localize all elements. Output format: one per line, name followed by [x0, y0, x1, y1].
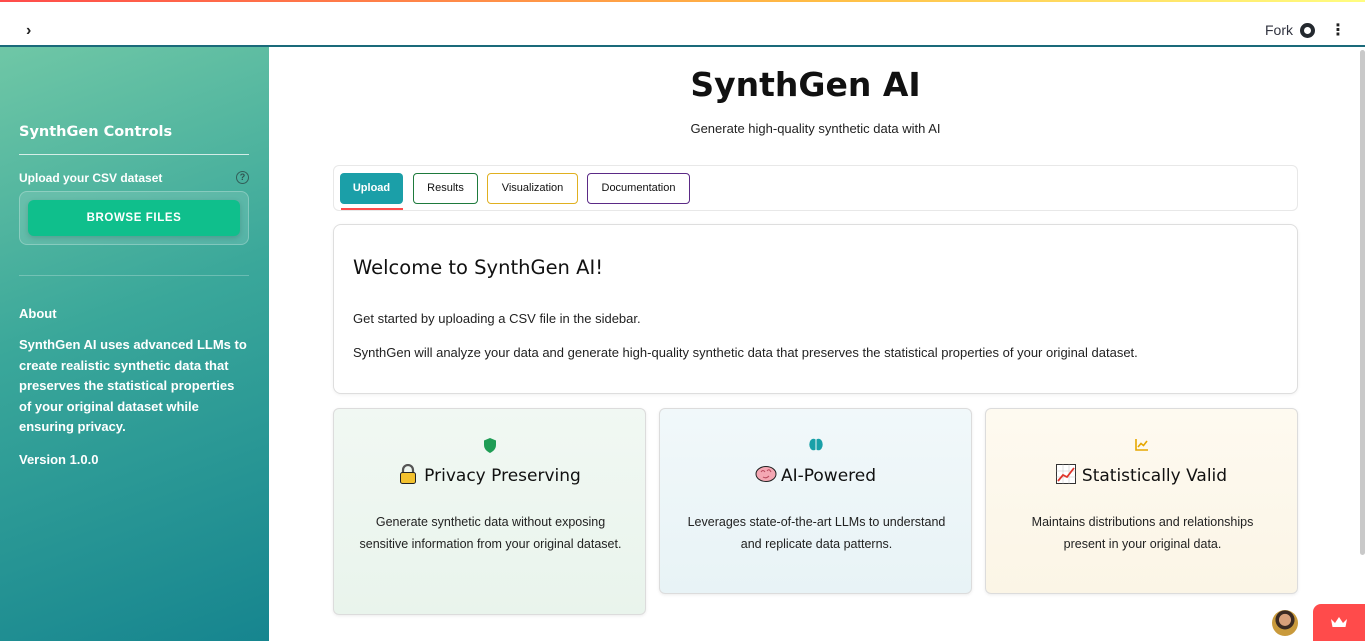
- about-text: SynthGen AI uses advanced LLMs to create…: [19, 337, 247, 434]
- streamlit-badge[interactable]: [1313, 604, 1365, 641]
- chart-line-icon: [986, 438, 1297, 454]
- page-title: SynthGen AI: [690, 65, 921, 104]
- page-subtitle: Generate high-quality synthetic data wit…: [690, 121, 941, 136]
- page-scrollbar[interactable]: [1360, 50, 1365, 555]
- feature-card-stats: Statistically Valid Maintains distributi…: [985, 408, 1298, 594]
- shield-icon: [334, 438, 645, 456]
- feature-title-privacy: Privacy Preserving: [334, 463, 645, 486]
- fork-link[interactable]: Fork: [1265, 22, 1293, 38]
- help-icon[interactable]: ?: [236, 171, 249, 184]
- feature-card-privacy: Privacy Preserving Generate synthetic da…: [333, 408, 646, 615]
- sidebar-divider: [19, 154, 249, 155]
- github-icon[interactable]: [1300, 23, 1315, 38]
- sidebar-title: SynthGen Controls: [19, 124, 173, 140]
- app-header: › Fork ⋮: [0, 2, 1365, 46]
- expand-sidebar-icon[interactable]: ›: [26, 22, 42, 40]
- feature-title-stats-label: Statistically Valid: [1081, 466, 1228, 486]
- lock-emoji-icon: [398, 463, 418, 484]
- tab-upload[interactable]: Upload: [340, 173, 403, 204]
- welcome-text-2: SynthGen will analyze your data and gene…: [353, 345, 1138, 360]
- upload-label: Upload your CSV dataset: [19, 171, 163, 185]
- browse-files-button[interactable]: BROWSE FILES: [28, 200, 240, 236]
- tab-bar: Upload Results Visualization Documentati…: [333, 165, 1298, 211]
- tab-documentation[interactable]: Documentation: [587, 173, 690, 204]
- chart-increasing-emoji-icon: [1055, 464, 1076, 484]
- feature-title-ai: AI-Powered: [660, 464, 971, 486]
- crown-icon: [1331, 617, 1347, 627]
- sidebar: SynthGen Controls Upload your CSV datase…: [0, 47, 269, 641]
- tab-visualization[interactable]: Visualization: [487, 173, 578, 204]
- feature-text-ai: Leverages state-of-the-art LLMs to under…: [687, 515, 946, 551]
- about-heading: About: [19, 306, 57, 321]
- feature-text-privacy: Generate synthetic data without exposing…: [359, 515, 622, 551]
- main-menu-icon[interactable]: ⋮: [1330, 22, 1346, 40]
- feature-text-stats: Maintains distributions and relationship…: [1031, 515, 1254, 551]
- file-dropzone[interactable]: BROWSE FILES: [19, 191, 249, 245]
- welcome-heading: Welcome to SynthGen AI!: [353, 256, 604, 279]
- version-text: Version 1.0.0: [19, 452, 99, 467]
- active-tab-indicator: [341, 208, 403, 210]
- user-avatar[interactable]: [1272, 610, 1298, 636]
- welcome-card: Welcome to SynthGen AI! Get started by u…: [333, 224, 1298, 394]
- feature-card-ai: AI-Powered Leverages state-of-the-art LL…: [659, 408, 972, 594]
- feature-title-ai-label: AI-Powered: [780, 466, 877, 486]
- sidebar-divider-2: [19, 275, 249, 276]
- feature-title-privacy-label: Privacy Preserving: [424, 466, 581, 486]
- feature-title-stats: Statistically Valid: [986, 464, 1297, 486]
- welcome-text-1: Get started by uploading a CSV file in t…: [353, 311, 641, 326]
- brain-emoji-icon: [755, 464, 777, 484]
- main-content: SynthGen AI Generate high-quality synthe…: [269, 47, 1365, 641]
- brain-icon: [660, 438, 971, 454]
- tab-results[interactable]: Results: [413, 173, 478, 204]
